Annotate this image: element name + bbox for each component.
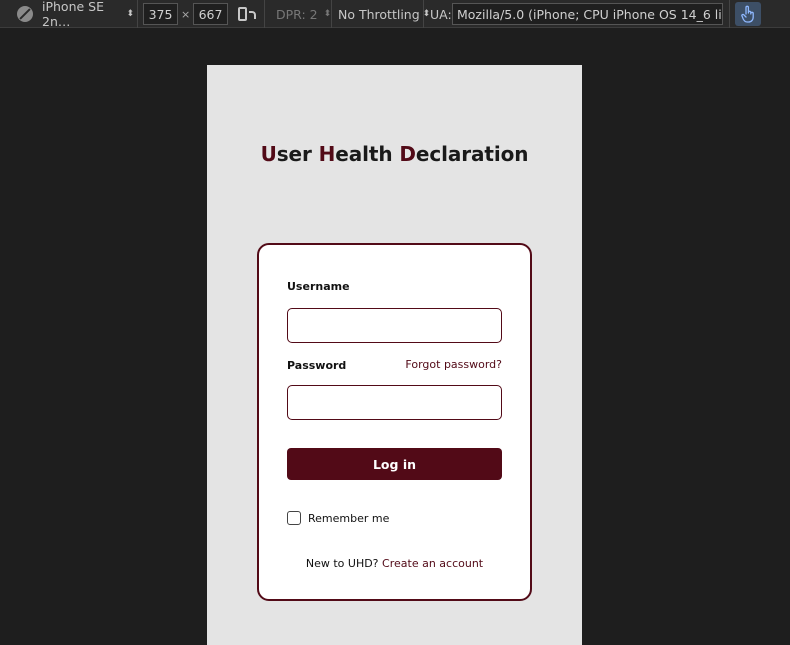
throttling-label: No Throttling	[338, 6, 420, 22]
forgot-password-link[interactable]: Forgot password?	[405, 358, 502, 371]
dimension-separator: ×	[181, 7, 191, 21]
rotate-device-icon	[238, 7, 256, 21]
signup-prompt-text: New to UHD?	[305, 557, 379, 570]
width-input[interactable]: 375	[143, 3, 178, 25]
device-select-label: iPhone SE 2n…	[42, 0, 104, 29]
password-label: Password	[287, 359, 347, 372]
user-agent-field-wrap: Mozilla/5.0 (iPhone; CPU iPhone OS 14_6 …	[452, 0, 723, 28]
username-input[interactable]	[287, 308, 502, 343]
create-account-link[interactable]: Create an account	[382, 557, 483, 570]
password-input[interactable]	[287, 385, 502, 420]
title-initial-u: U	[260, 142, 277, 166]
login-button[interactable]: Log in	[287, 448, 502, 480]
title-rest-h: ealth	[335, 142, 400, 166]
dpr-select[interactable]: DPR: 2 ⬍	[276, 0, 331, 28]
divider	[137, 0, 138, 28]
user-agent-label: UA:	[430, 6, 452, 22]
devtools-device-toolbar: iPhone SE 2n… ⬍ 375 × 667 DPR: 2 ⬍ No Th…	[0, 0, 790, 29]
title-initial-d: D	[399, 142, 416, 166]
title-rest-d: eclaration	[415, 142, 529, 166]
title-initial-h: H	[318, 142, 336, 166]
blocked-circle-icon-shape	[17, 6, 33, 22]
signup-prompt: New to UHD? Create an account	[259, 557, 530, 570]
dpr-label: DPR: 2	[276, 6, 318, 22]
height-field-wrap: 667	[193, 0, 228, 28]
touch-hand-icon	[735, 2, 761, 26]
user-agent-input[interactable]: Mozilla/5.0 (iPhone; CPU iPhone OS 14_6 …	[452, 3, 723, 25]
username-label: Username	[287, 280, 350, 293]
divider	[729, 0, 730, 28]
remember-me-checkbox[interactable]	[287, 511, 301, 525]
title-rest-u: ser	[276, 142, 319, 166]
divider	[264, 0, 265, 28]
page-title: User Health Declaration	[207, 142, 582, 166]
caret-icon: ⬍	[126, 9, 134, 19]
throttling-select[interactable]: No Throttling ⬍	[338, 0, 430, 28]
width-field-wrap: 375	[143, 0, 178, 28]
divider	[331, 0, 332, 28]
divider	[423, 0, 424, 28]
login-card: Username Password Forgot password? Log i…	[257, 243, 532, 601]
device-select[interactable]: iPhone SE 2n… ⬍	[42, 0, 134, 29]
touch-emulation-button[interactable]	[735, 0, 761, 28]
blocked-circle-icon[interactable]	[17, 0, 35, 28]
remember-me-label: Remember me	[308, 511, 390, 525]
height-input[interactable]: 667	[193, 3, 228, 25]
remember-me[interactable]: Remember me	[287, 511, 389, 525]
rotate-device-button[interactable]	[238, 0, 256, 28]
device-viewport: User Health Declaration Username Passwor…	[207, 65, 582, 645]
